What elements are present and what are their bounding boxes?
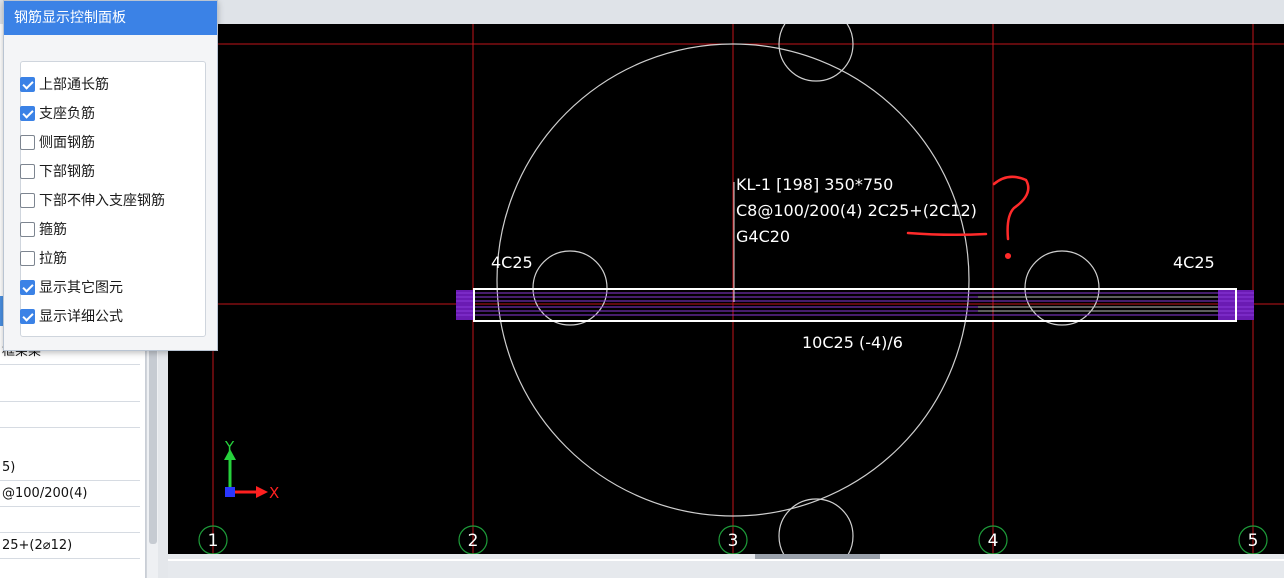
- column-circle-top: [778, 24, 854, 82]
- bottom-rebar-label: 10C25 (-4)/6: [802, 333, 903, 352]
- axis-bubble-5[interactable]: 5: [1238, 525, 1268, 554]
- axis-bubble-3[interactable]: 3: [718, 525, 748, 554]
- axis-label-1: 1: [208, 531, 219, 551]
- option-0[interactable]: 上部通长筋: [20, 73, 109, 95]
- checkbox[interactable]: [20, 163, 35, 179]
- option-label: 显示其它图元: [39, 280, 123, 296]
- option-label: 侧面钢筋: [39, 135, 95, 151]
- property-value: 25+(2⌀12): [2, 538, 73, 553]
- beam-label-line3: G4C20: [736, 227, 790, 246]
- property-row[interactable]: @100/200(4): [0, 481, 140, 507]
- axis-label-5: 5: [1248, 531, 1259, 551]
- beam-outline: [473, 288, 1237, 322]
- property-row[interactable]: [0, 402, 140, 428]
- property-value: 5): [2, 460, 16, 475]
- option-7[interactable]: 显示其它图元: [20, 276, 123, 298]
- option-label: 支座负筋: [39, 106, 95, 122]
- property-row[interactable]: [0, 559, 140, 578]
- axis-bubble-1[interactable]: 1: [198, 525, 228, 554]
- popup-title[interactable]: 钢筋显示控制面板: [4, 1, 217, 35]
- rebar-display-control-panel: 钢筋显示控制面板 上部通长筋支座负筋侧面钢筋下部钢筋下部不伸入支座钢筋 箍筋拉筋显…: [3, 0, 218, 351]
- option-5[interactable]: 箍筋: [20, 218, 67, 240]
- checkbox[interactable]: [20, 76, 35, 92]
- axis-label-3: 3: [728, 531, 739, 551]
- checkbox[interactable]: [20, 105, 35, 121]
- axis-bubbles: 1 2 3 4 5: [198, 525, 1268, 554]
- checkbox[interactable]: [20, 250, 35, 266]
- property-row[interactable]: 5): [0, 455, 140, 481]
- markup-question-dot: [1004, 252, 1012, 260]
- ucs-icon: Y X: [224, 438, 279, 502]
- ucs-x-label: X: [269, 484, 279, 502]
- axis-label-2: 2: [468, 531, 479, 551]
- property-row[interactable]: 25+(2⌀12): [0, 533, 140, 559]
- markup-underline: [906, 231, 988, 237]
- checkbox[interactable]: [20, 134, 35, 150]
- left-support-label: 4C25: [491, 253, 533, 272]
- markup-question-stroke: [992, 175, 1030, 241]
- drawing-svg: KL-1 [198] 350*750 C8@100/200(4) 2C25+(2…: [168, 24, 1284, 554]
- scrollbar-track: [168, 559, 1284, 561]
- property-row[interactable]: [0, 507, 140, 533]
- axis-label-4: 4: [988, 531, 999, 551]
- option-label: 下部不伸入支座钢筋: [39, 193, 165, 209]
- option-8[interactable]: 显示详细公式: [20, 305, 123, 327]
- option-label: 上部通长筋: [39, 77, 109, 93]
- drawing-canvas[interactable]: KL-1 [198] 350*750 C8@100/200(4) 2C25+(2…: [168, 24, 1284, 554]
- checkbox[interactable]: [20, 308, 35, 324]
- property-value: @100/200(4): [2, 486, 88, 501]
- option-label: 下部钢筋: [39, 164, 95, 180]
- column-circle-bottom: [778, 498, 854, 554]
- option-4[interactable]: 下部不伸入支座钢筋: [20, 189, 165, 211]
- right-support-label: 4C25: [1173, 253, 1215, 272]
- checkbox[interactable]: [20, 279, 35, 295]
- option-label: 显示详细公式: [39, 309, 123, 325]
- option-2[interactable]: 侧面钢筋: [20, 131, 95, 153]
- checkbox[interactable]: [20, 192, 35, 208]
- horizontal-scrollbar[interactable]: [168, 554, 1284, 578]
- checkbox[interactable]: [20, 221, 35, 237]
- ucs-y-label: Y: [224, 438, 235, 456]
- option-1[interactable]: 支座负筋: [20, 102, 95, 124]
- option-6[interactable]: 拉筋: [20, 247, 67, 269]
- property-row[interactable]: [0, 376, 140, 402]
- beam-label-line2: C8@100/200(4) 2C25+(2C12): [736, 201, 977, 220]
- axis-bubble-4[interactable]: 4: [978, 525, 1008, 554]
- beam-label-line1: KL-1 [198] 350*750: [736, 175, 893, 194]
- option-3[interactable]: 下部钢筋: [20, 160, 95, 182]
- axis-bubble-2[interactable]: 2: [458, 525, 488, 554]
- option-label: 箍筋: [39, 222, 67, 238]
- option-label: 拉筋: [39, 251, 67, 267]
